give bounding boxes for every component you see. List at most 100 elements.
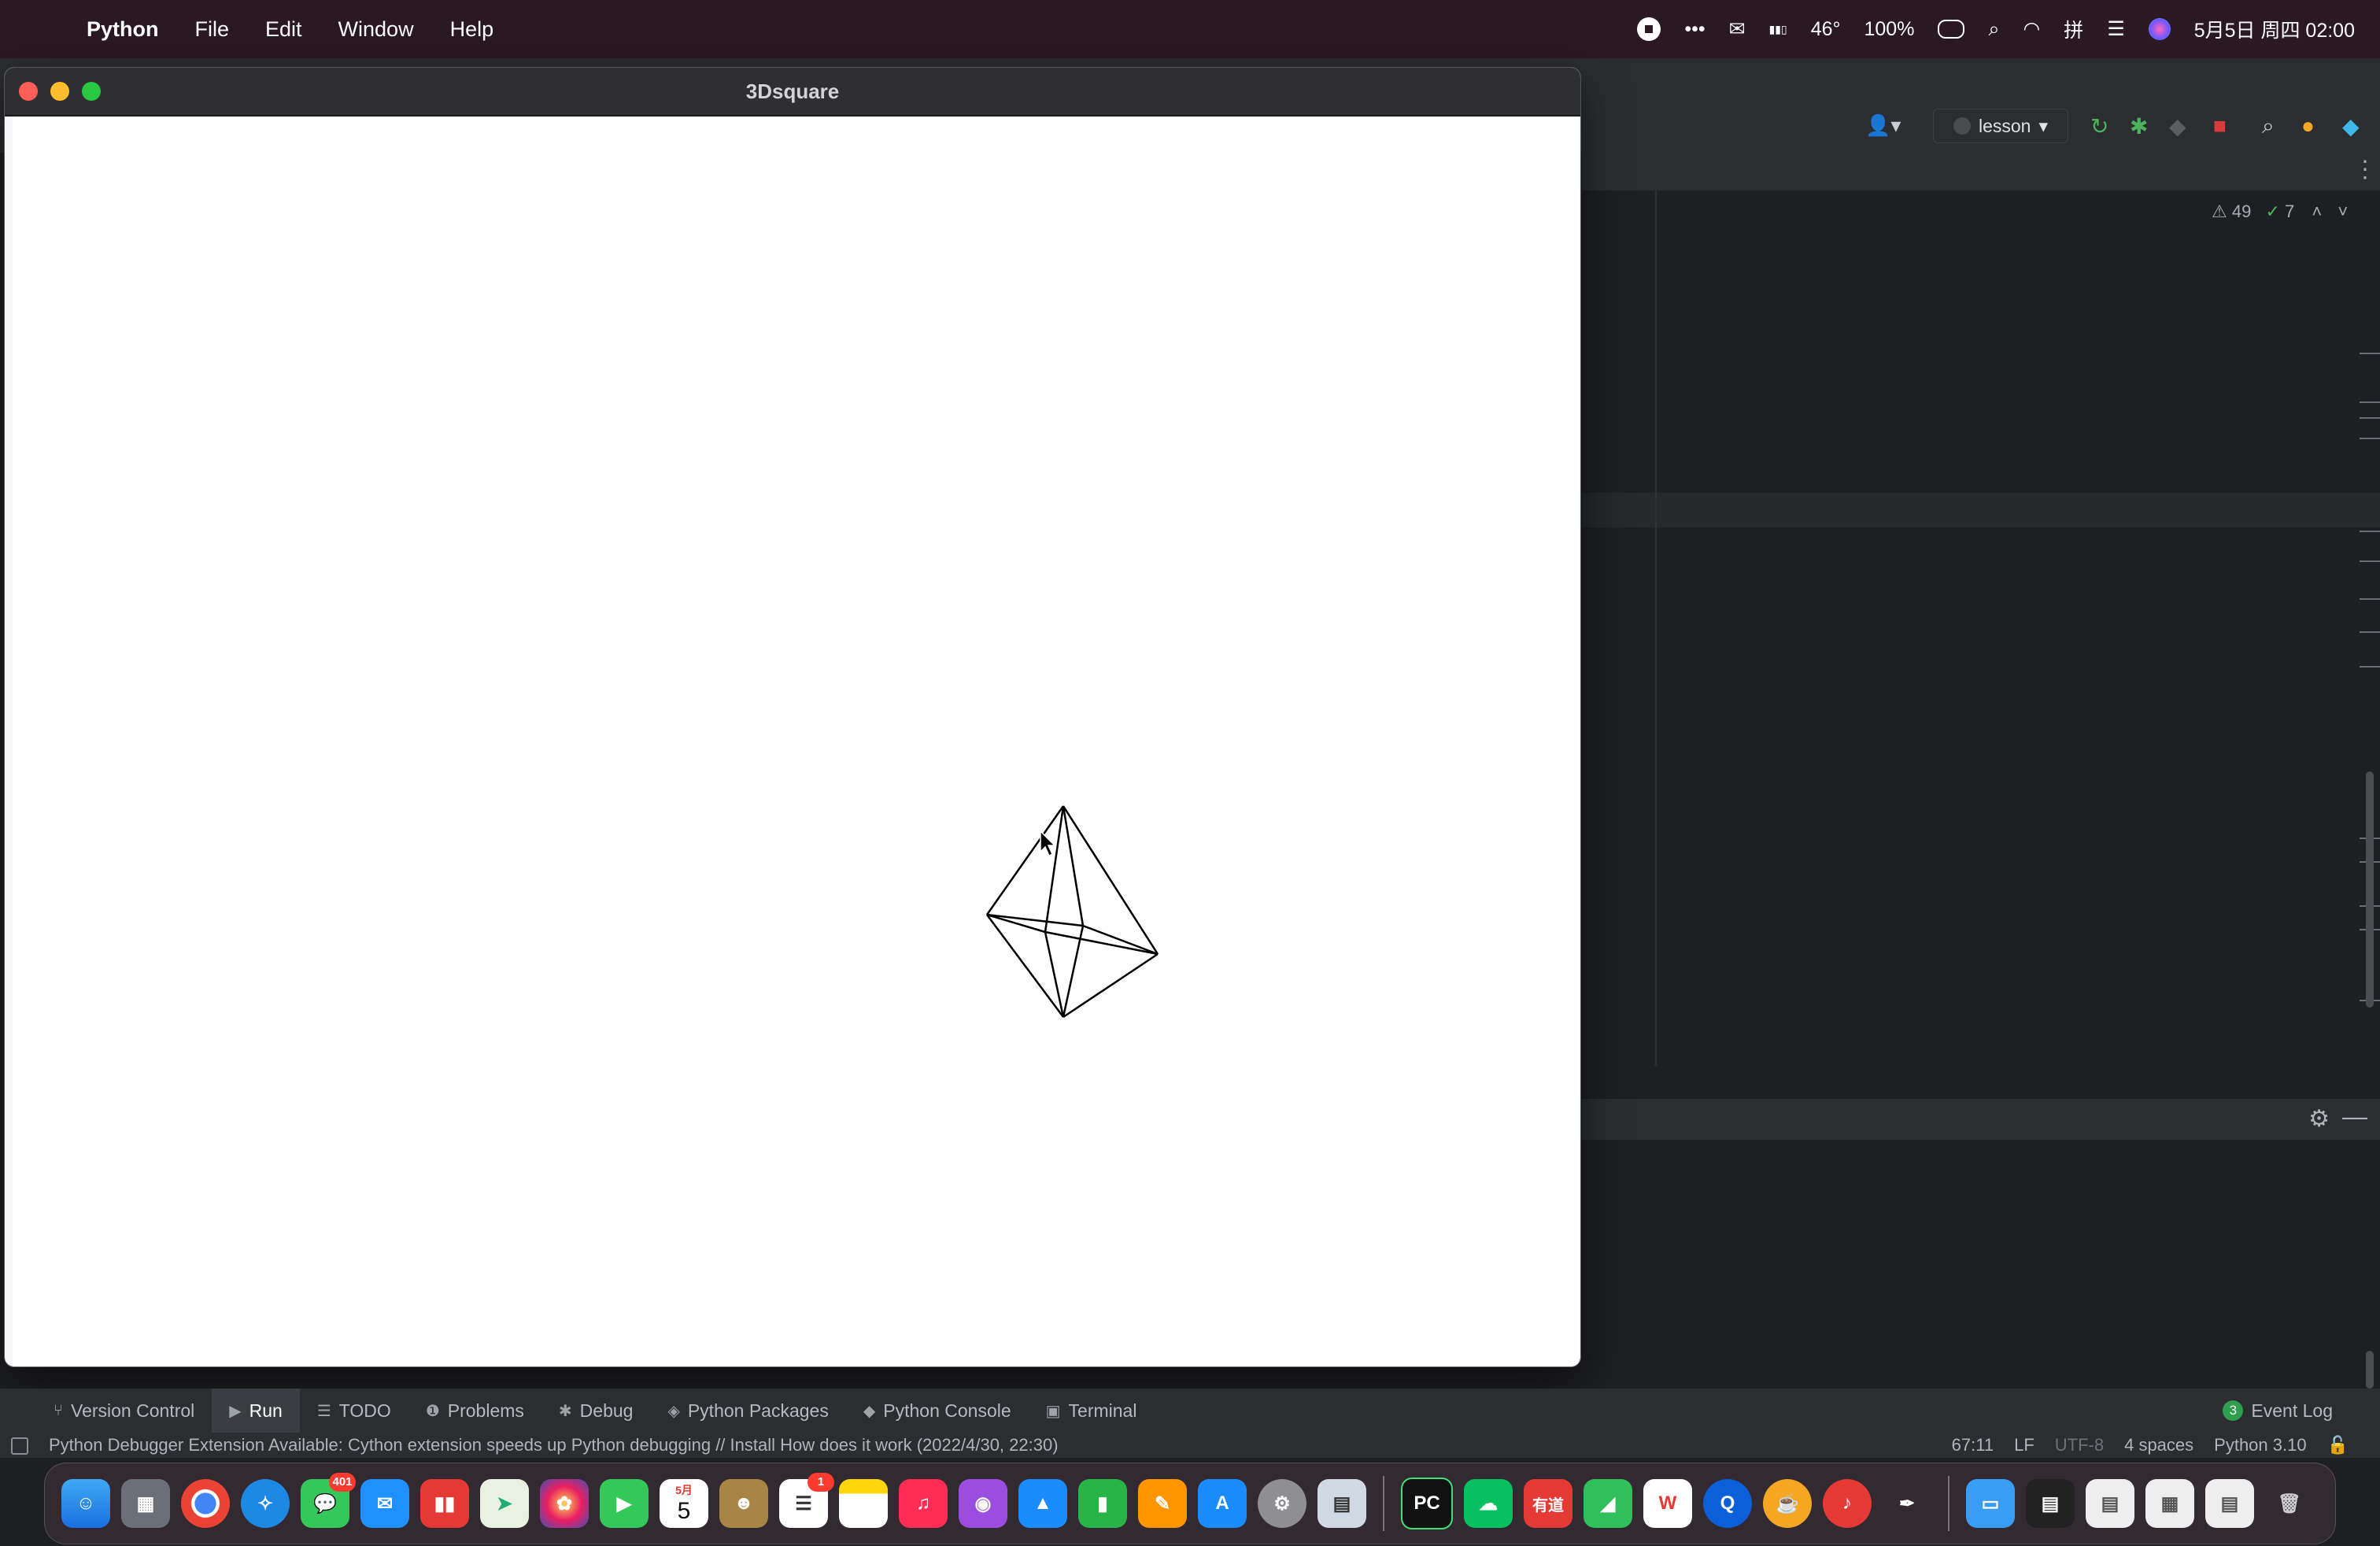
trash-icon[interactable]: 🗑 (2265, 1479, 2314, 1528)
pages-icon[interactable]: ✎ (1138, 1479, 1187, 1528)
messages-icon[interactable]: 💬 401 (301, 1473, 356, 1528)
spotlight-search-icon[interactable]: ⌕ (1988, 18, 1999, 41)
search-icon[interactable]: ⌕ (2262, 113, 2275, 139)
drawing-canvas[interactable] (13, 117, 1579, 1367)
rerun-icon[interactable]: ↻ (2090, 113, 2108, 139)
mail-icon[interactable]: ✉ (360, 1479, 409, 1528)
tab-terminal[interactable]: ▣ Terminal (1029, 1389, 1155, 1433)
tab-problems[interactable]: ❶ Problems (408, 1389, 541, 1433)
finder-icon[interactable]: ☺ (61, 1479, 110, 1528)
tab-label: Event Log (2251, 1400, 2333, 1421)
line-separator[interactable]: LF (2014, 1435, 2034, 1455)
pycharm-icon[interactable]: PC (1401, 1478, 1453, 1529)
zoom-window-button[interactable] (82, 82, 101, 101)
quicktime-icon[interactable]: Q (1703, 1479, 1752, 1528)
wps-icon[interactable]: W (1643, 1479, 1692, 1528)
numbers-icon[interactable]: ▮ (1078, 1479, 1127, 1528)
settings-gear-icon[interactable]: ⚙ (2308, 1105, 2330, 1133)
wifi-icon[interactable]: ◠ (2023, 17, 2040, 41)
pdf-reader-icon[interactable]: ◢ (1584, 1479, 1632, 1528)
tab-label: TODO (338, 1400, 391, 1421)
contacts-icon[interactable]: ☻ (719, 1479, 768, 1528)
user-account-icon[interactable]: 👤▾ (1865, 113, 1901, 138)
youdao-icon[interactable]: 有道 (1524, 1479, 1572, 1528)
menu-edit[interactable]: Edit (265, 17, 302, 42)
downloads-folder-icon[interactable]: ▭ (1966, 1479, 2015, 1528)
tab-todo[interactable]: ☰ TODO (300, 1389, 408, 1433)
more-options-icon[interactable]: ⋮ (2353, 156, 2377, 183)
safari-icon[interactable]: ✧ (241, 1479, 290, 1528)
more-dots-icon[interactable]: ••• (1684, 18, 1705, 41)
chrome-icon[interactable] (181, 1479, 230, 1528)
update-icon[interactable]: ● (2301, 113, 2315, 139)
debug-bug-icon[interactable]: ✱ (2130, 113, 2148, 139)
current-line-highlight (1582, 493, 2380, 527)
tab-debug[interactable]: ✱ Debug (541, 1389, 651, 1433)
document-thumb-icon[interactable]: ▤ (2086, 1479, 2134, 1528)
close-window-button[interactable] (19, 82, 38, 101)
temperature-readout[interactable]: 46° (1811, 18, 1841, 41)
python-interpreter[interactable]: Python 3.10 (2214, 1435, 2306, 1455)
status-message[interactable]: Python Debugger Extension Available: Cyt… (49, 1435, 1059, 1455)
keynote-icon[interactable]: ▲ (1018, 1479, 1067, 1528)
lock-icon[interactable]: 🔓 (2327, 1435, 2349, 1455)
reminders-icon[interactable]: ☰ 1 (779, 1473, 834, 1528)
photos-icon[interactable]: ✿ (540, 1479, 589, 1528)
screen-record-icon[interactable] (1637, 17, 1661, 41)
notes-icon[interactable] (839, 1479, 888, 1528)
editor-scrollbar-thumb[interactable] (2366, 771, 2374, 1008)
pen-tool-icon[interactable]: ✒ (1883, 1479, 1931, 1528)
system-preferences-icon[interactable]: ⚙ (1258, 1479, 1306, 1528)
chevron-up-icon[interactable]: ˄ (2312, 202, 2322, 221)
tea-app-icon[interactable]: ☕ (1763, 1479, 1812, 1528)
jetbrains-toolbox-icon[interactable]: ◆ (2342, 113, 2360, 139)
menu-help[interactable]: Help (450, 17, 494, 42)
tab-python-packages[interactable]: ◈ Python Packages (650, 1389, 845, 1433)
podcasts-icon[interactable]: ◉ (959, 1479, 1007, 1528)
music-icon[interactable]: ♫ (899, 1479, 948, 1528)
facetime-icon[interactable]: ▶ (600, 1479, 649, 1528)
battery-icon[interactable] (1938, 20, 1965, 39)
control-center-icon[interactable]: ☰ (2107, 17, 2124, 41)
menu-app-name[interactable]: Python (87, 17, 159, 42)
calendar-icon[interactable]: 5月 5 (660, 1479, 708, 1528)
file-encoding[interactable]: UTF-8 (2055, 1435, 2104, 1455)
run-config-selector[interactable]: lesson ▾ (1933, 109, 2068, 143)
caret-position[interactable]: 67:11 (1952, 1435, 1994, 1455)
maps-icon[interactable]: ➤ (480, 1479, 529, 1528)
menu-file[interactable]: File (195, 17, 230, 42)
tab-run[interactable]: ▶ Run (212, 1389, 300, 1433)
tab-version-control[interactable]: ⑂ Version Control (36, 1389, 212, 1433)
inspection-widget[interactable]: ⚠ 49 ✓ 7 ˄ ˅ (2212, 202, 2348, 222)
preview-icon[interactable]: ▤ (1318, 1479, 1366, 1528)
indent-setting[interactable]: 4 spaces (2124, 1435, 2193, 1455)
window-title-bar[interactable]: 3Dsquare (5, 68, 1580, 117)
coverage-icon[interactable]: ◆ (2169, 113, 2186, 139)
clock[interactable]: 5月5日 周四 02:00 (2194, 15, 2355, 43)
run-scrollbar-thumb[interactable] (2366, 1351, 2374, 1389)
toggle-tool-windows-icon[interactable] (11, 1437, 28, 1455)
battery-percent[interactable]: 100% (1864, 18, 1915, 41)
youdao-label: 有道 (1532, 1496, 1564, 1515)
chevron-down-icon[interactable]: ˅ (2338, 202, 2348, 221)
wechat-icon[interactable]: ☁ (1464, 1479, 1513, 1528)
file-thumb-icon[interactable]: ▤ (2205, 1479, 2254, 1528)
menu-window[interactable]: Window (338, 17, 414, 42)
netease-music-bars-icon[interactable]: ▮▮ (420, 1479, 469, 1528)
siri-icon[interactable] (2148, 18, 2171, 40)
netease-cloud-music-icon[interactable]: ♪ (1823, 1479, 1872, 1528)
tab-event-log[interactable]: 3 Event Log (2223, 1389, 2333, 1433)
terminal-window-thumb-icon[interactable]: ▤ (2026, 1479, 2075, 1528)
launchpad-icon[interactable]: ▦ (121, 1479, 170, 1528)
octahedron-edges (985, 805, 1159, 1019)
minimize-panel-icon[interactable]: — (2342, 1102, 2367, 1131)
stats-icon[interactable]: ▮▮▯ (1769, 24, 1787, 35)
app-store-icon[interactable]: A (1198, 1479, 1247, 1528)
input-method-icon[interactable]: 拼 (2064, 15, 2083, 43)
minimize-window-button[interactable] (50, 82, 69, 101)
window-thumb-icon[interactable]: ▦ (2145, 1479, 2194, 1528)
tab-python-console[interactable]: ◆ Python Console (846, 1389, 1029, 1433)
stop-icon[interactable]: ■ (2213, 113, 2227, 139)
wechat-status-icon[interactable]: ✉ (1729, 17, 1746, 41)
code-editor[interactable] (1582, 190, 2380, 1097)
